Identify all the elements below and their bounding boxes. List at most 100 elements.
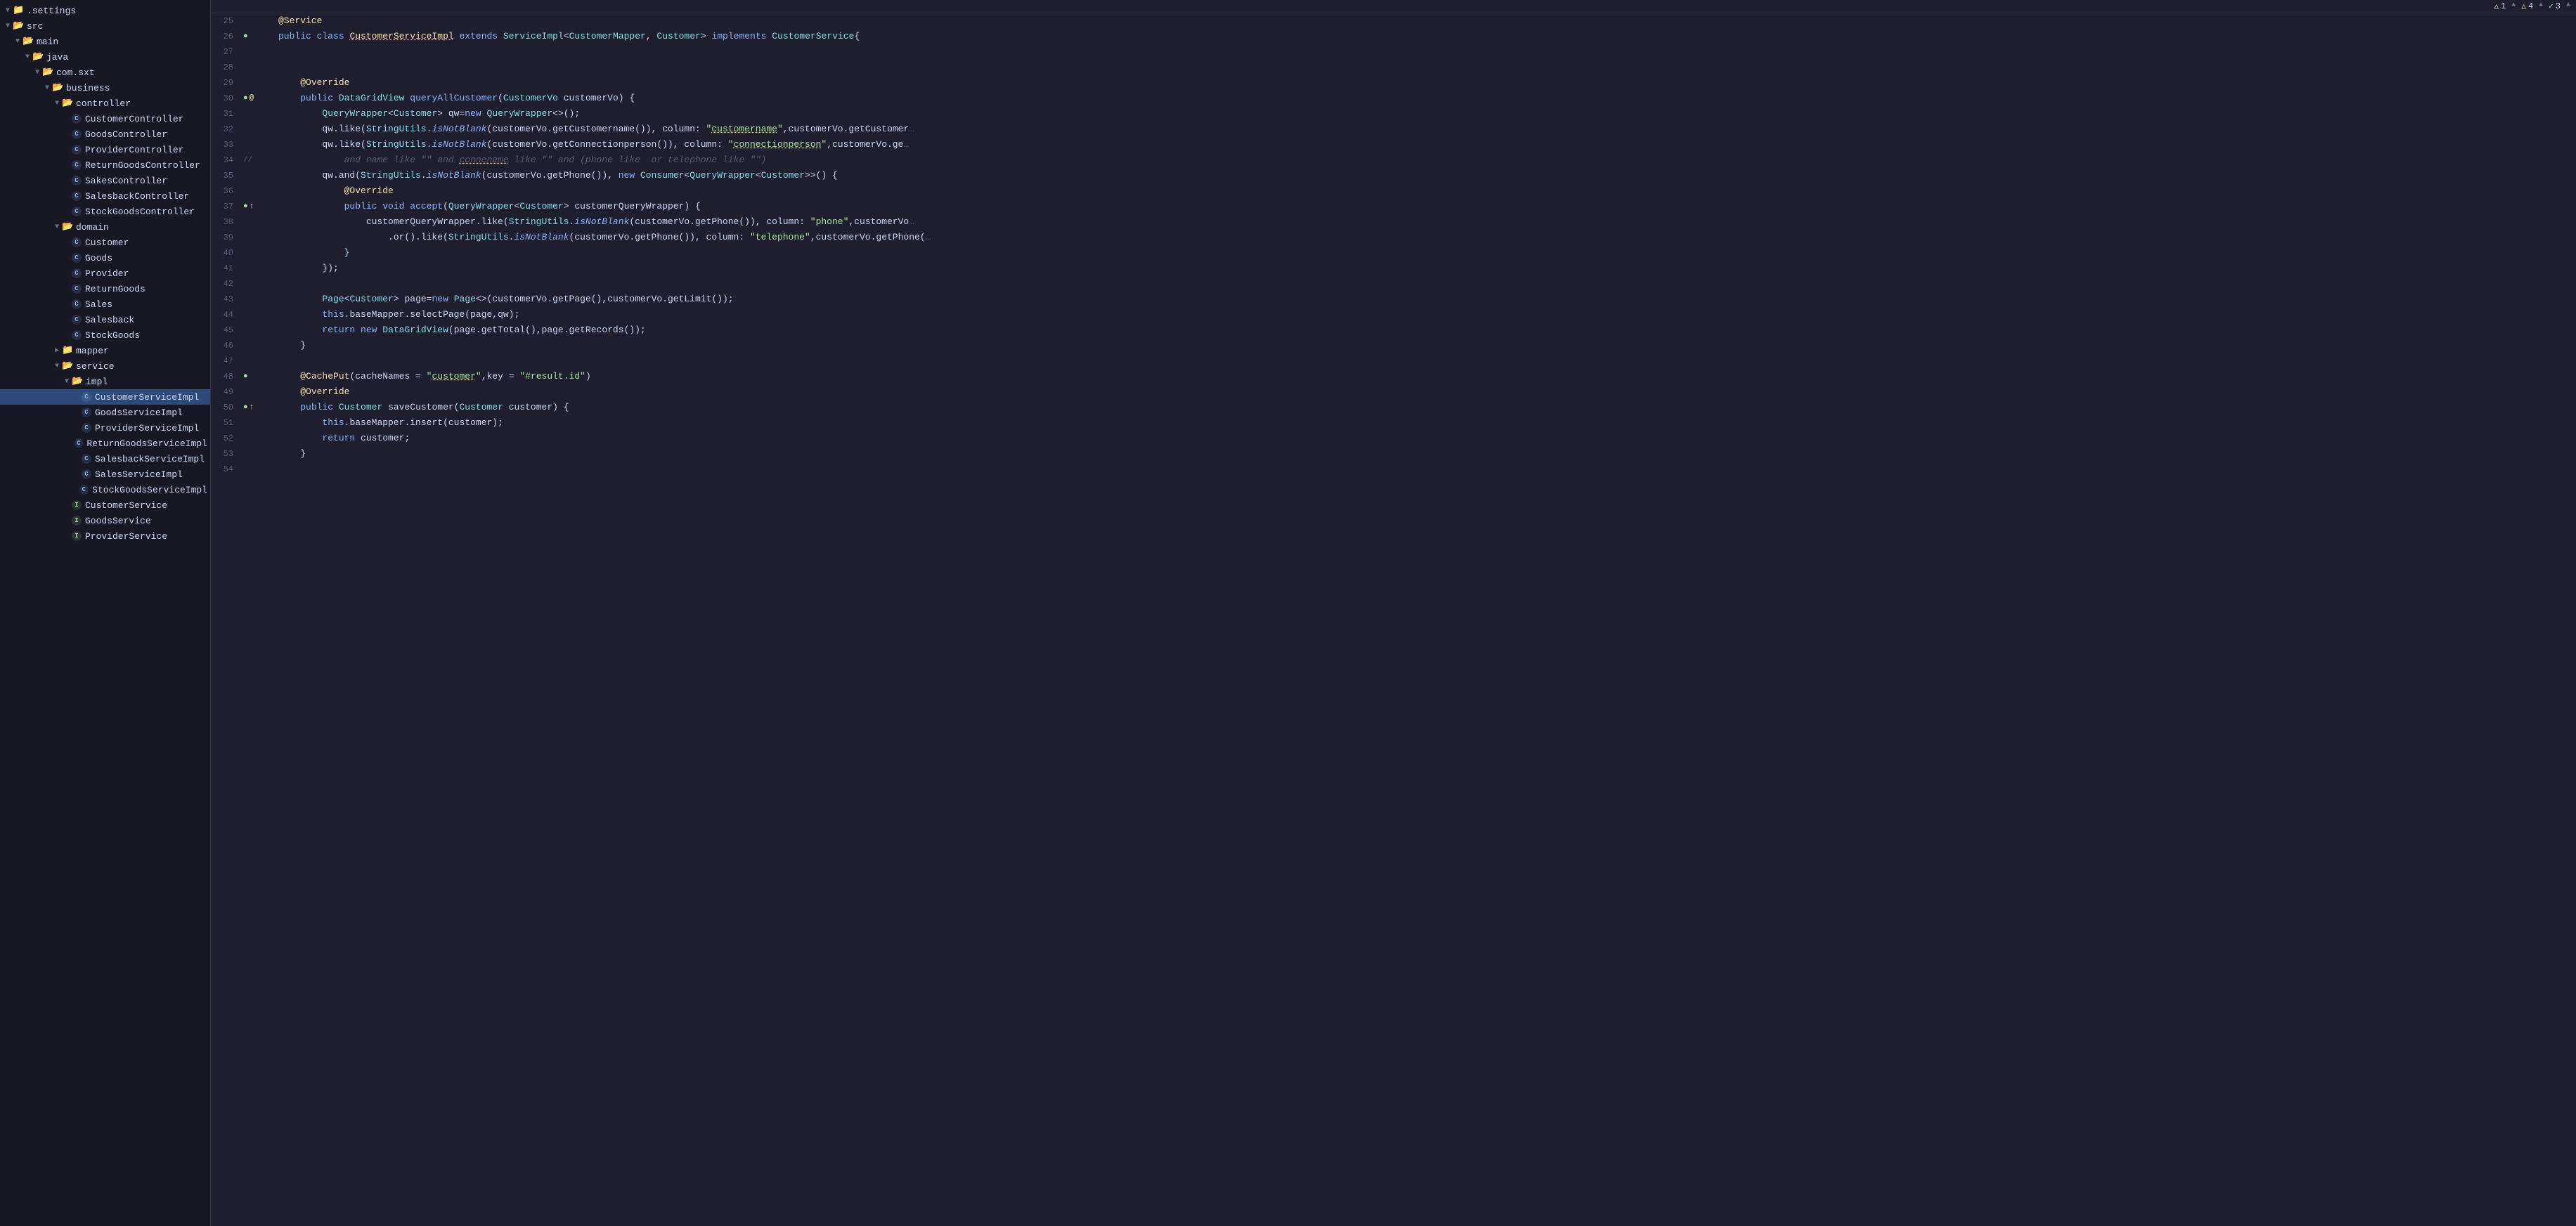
- code-content: public class CustomerServiceImpl extends…: [273, 29, 865, 44]
- gutter-cell: ●: [240, 369, 273, 384]
- sidebar-item-CustomerService[interactable]: ICustomerService: [0, 497, 210, 513]
- folder-icon: 📂: [32, 51, 44, 63]
- code-line: 40 }: [211, 245, 2576, 261]
- line-number: 44: [211, 307, 240, 322]
- ok-count: 3: [2556, 1, 2561, 11]
- tree-arrow-icon: ▼: [52, 223, 62, 231]
- code-line: 29 @Override: [211, 75, 2576, 91]
- sidebar-item-impl[interactable]: ▼📂impl: [0, 374, 210, 389]
- sidebar-item-GoodsService[interactable]: IGoodsService: [0, 513, 210, 528]
- tree-item-label: Customer: [85, 237, 129, 248]
- sidebar-item-CustomerServiceImpl[interactable]: CCustomerServiceImpl: [0, 389, 210, 405]
- line-number: 47: [211, 353, 240, 369]
- sidebar-item-SakesController[interactable]: CSakesController: [0, 173, 210, 188]
- gutter-cell: [240, 261, 273, 276]
- tree-item-label: Goods: [85, 253, 112, 263]
- sidebar-item-java[interactable]: ▼📂java: [0, 49, 210, 65]
- sidebar-item-Provider[interactable]: CProvider: [0, 266, 210, 281]
- tree-item-label: GoodsServiceImpl: [95, 407, 183, 418]
- tree-item-label: domain: [76, 222, 109, 233]
- warning-arrow-icon-2: ▲: [2539, 1, 2543, 11]
- sidebar-item-ReturnGoodsServiceImpl[interactable]: CReturnGoodsServiceImpl: [0, 436, 210, 451]
- sidebar-item-StockGoods[interactable]: CStockGoods: [0, 327, 210, 343]
- line-number: 38: [211, 214, 240, 230]
- code-line: 44 this.baseMapper.selectPage(page,qw);: [211, 307, 2576, 322]
- gutter-cell: ●@: [240, 91, 273, 106]
- class-icon: C: [82, 469, 91, 479]
- tree-item-label: SalesbackServiceImpl: [95, 454, 205, 464]
- sidebar-item-StockGoodsController[interactable]: CStockGoodsController: [0, 204, 210, 219]
- tree-item-label: controller: [76, 98, 131, 109]
- sidebar-item-ProviderService[interactable]: IProviderService: [0, 528, 210, 544]
- sidebar-item-StockGoodsServiceImpl[interactable]: CStockGoodsServiceImpl: [0, 482, 210, 497]
- gutter-cell: [240, 137, 273, 152]
- sidebar-item-Customer[interactable]: CCustomer: [0, 235, 210, 250]
- sidebar-item-Sales[interactable]: CSales: [0, 296, 210, 312]
- gutter-dot-icon: ●: [243, 29, 248, 44]
- sidebar-item-controller[interactable]: ▼📂controller: [0, 96, 210, 111]
- line-number: 31: [211, 106, 240, 122]
- editor-top-bar: △ 1 ▲ △ 4 ▲ ✓ 3 ▲: [211, 0, 2576, 13]
- code-content: }: [273, 446, 311, 462]
- sidebar-item-ProviderServiceImpl[interactable]: CProviderServiceImpl: [0, 420, 210, 436]
- code-content: QueryWrapper<Customer> qw=new QueryWrapp…: [273, 106, 585, 122]
- sidebar-item-ReturnGoodsController[interactable]: CReturnGoodsController: [0, 157, 210, 173]
- ok-badge[interactable]: ✓ 3: [2549, 1, 2561, 11]
- sidebar-item-GoodsController[interactable]: CGoodsController: [0, 126, 210, 142]
- sidebar-item-settings[interactable]: ▼📁.settings: [0, 3, 210, 18]
- class-icon: C: [72, 145, 82, 155]
- sidebar-item-GoodsServiceImpl[interactable]: CGoodsServiceImpl: [0, 405, 210, 420]
- warning-count-1: 1: [2501, 1, 2506, 11]
- sidebar-item-business[interactable]: ▼📂business: [0, 80, 210, 96]
- code-line: 39 .or().like(StringUtils.isNotBlank(cus…: [211, 230, 2576, 245]
- tree-item-label: StockGoodsController: [85, 207, 195, 217]
- warning-badge-2[interactable]: △ 4: [2521, 1, 2533, 11]
- line-number: 30: [211, 91, 240, 106]
- folder-icon: 📂: [42, 67, 53, 78]
- line-number: 27: [211, 44, 240, 60]
- line-number: 43: [211, 292, 240, 307]
- code-content: and name like "" and connename like "" a…: [273, 152, 772, 168]
- sidebar-item-com.sxt[interactable]: ▼📂com.sxt: [0, 65, 210, 80]
- code-content: qw.and(StringUtils.isNotBlank(customerVo…: [273, 168, 843, 183]
- code-line: 38 customerQueryWrapper.like(StringUtils…: [211, 214, 2576, 230]
- sidebar-item-Salesback[interactable]: CSalesback: [0, 312, 210, 327]
- sidebar-item-CustomerController[interactable]: CCustomerController: [0, 111, 210, 126]
- tree-item-label: Provider: [85, 268, 129, 279]
- line-number: 35: [211, 168, 240, 183]
- code-content: return customer;: [273, 431, 415, 446]
- code-line: 43 Page<Customer> page=new Page<>(custom…: [211, 292, 2576, 307]
- gutter-cell: [240, 106, 273, 122]
- tree-item-label: business: [66, 83, 110, 93]
- code-content: }: [273, 245, 355, 261]
- sidebar-item-src[interactable]: ▼📂src: [0, 18, 210, 34]
- sidebar-item-service[interactable]: ▼📂service: [0, 358, 210, 374]
- sidebar-item-SalesbackServiceImpl[interactable]: CSalesbackServiceImpl: [0, 451, 210, 467]
- sidebar-item-main[interactable]: ▼📂main: [0, 34, 210, 49]
- sidebar-item-ProviderController[interactable]: CProviderController: [0, 142, 210, 157]
- check-icon: ✓: [2549, 1, 2554, 11]
- gutter-cell: [240, 183, 273, 199]
- line-number: 50: [211, 400, 240, 415]
- tree-item-label: ReturnGoodsServiceImpl: [86, 438, 207, 449]
- interface-icon: I: [72, 516, 82, 526]
- sidebar-item-Goods[interactable]: CGoods: [0, 250, 210, 266]
- code-container: 25@Service26●public class CustomerServic…: [211, 13, 2576, 477]
- sidebar-item-ReturnGoods[interactable]: CReturnGoods: [0, 281, 210, 296]
- gutter-cell: [240, 13, 273, 29]
- sidebar-item-domain[interactable]: ▼📂domain: [0, 219, 210, 235]
- code-line: 35 qw.and(StringUtils.isNotBlank(custome…: [211, 168, 2576, 183]
- code-line: 42: [211, 276, 2576, 292]
- warning-badge-1[interactable]: △ 1: [2494, 1, 2506, 11]
- gutter-cell: [240, 446, 273, 462]
- code-line: 49 @Override: [211, 384, 2576, 400]
- file-tree[interactable]: ▼📁.settings▼📂src▼📂main▼📂java▼📂com.sxt▼📂b…: [0, 0, 211, 1226]
- gutter-cell: [240, 353, 273, 369]
- code-line: 27: [211, 44, 2576, 60]
- code-content: .or().like(StringUtils.isNotBlank(custom…: [273, 230, 936, 245]
- sidebar-item-mapper[interactable]: ▶📁mapper: [0, 343, 210, 358]
- sidebar-item-SalesServiceImpl[interactable]: CSalesServiceImpl: [0, 467, 210, 482]
- line-number: 46: [211, 338, 240, 353]
- sidebar-item-SalesbackController[interactable]: CSalesbackController: [0, 188, 210, 204]
- code-line: 54: [211, 462, 2576, 477]
